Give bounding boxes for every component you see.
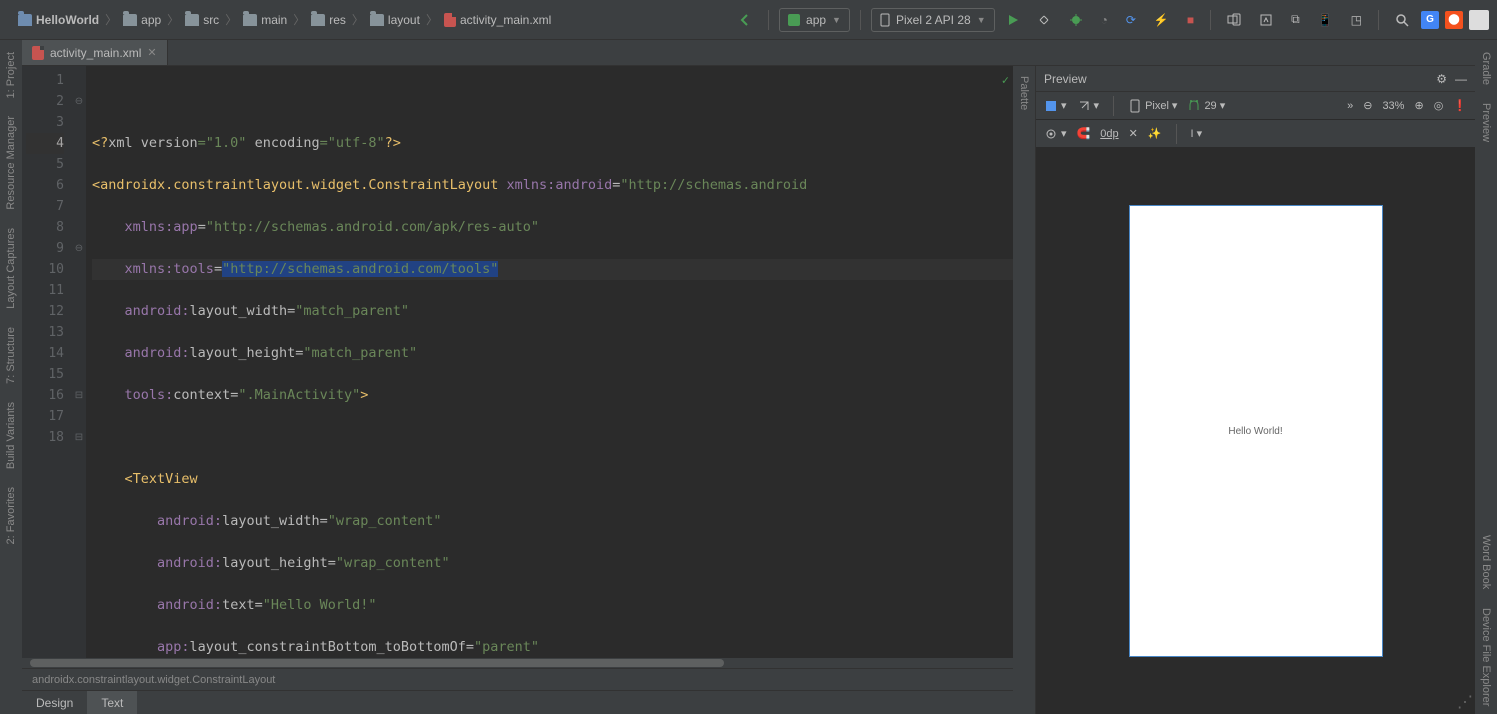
layout-inspector-button[interactable]: ⧉: [1285, 8, 1306, 32]
xml-file-icon: [32, 46, 44, 60]
preview-minimize-button[interactable]: —: [1455, 72, 1467, 86]
close-tab-button[interactable]: ✕: [147, 46, 156, 59]
avd-manager-button[interactable]: [1221, 8, 1247, 32]
orientation-dropdown[interactable]: ▾: [1077, 99, 1100, 113]
breadcrumb-layout[interactable]: layout: [370, 13, 420, 27]
zoom-level[interactable]: 33%: [1382, 100, 1404, 112]
fold-column: ⊖ ⊖ ⊟ ⊟: [72, 66, 86, 658]
fold-marker[interactable]: ⊟: [72, 427, 86, 448]
run-config-dropdown[interactable]: app ▼: [779, 8, 850, 32]
right-tool-rail: Gradle Preview Word Book Device File Exp…: [1475, 40, 1497, 714]
rail-favorites[interactable]: 2: Favorites: [3, 479, 19, 552]
api-selector[interactable]: 29▾: [1187, 99, 1225, 113]
inspection-ok-icon: ✓: [1002, 70, 1009, 91]
horizontal-scrollbar[interactable]: [22, 658, 1013, 668]
editor-tabbar: activity_main.xml ✕: [22, 40, 1475, 66]
default-margins[interactable]: 0dp: [1100, 128, 1118, 140]
rail-build-variants[interactable]: Build Variants: [3, 394, 19, 477]
breadcrumb-main[interactable]: main: [243, 13, 287, 27]
zoom-out-button[interactable]: ⊖: [1363, 99, 1372, 112]
breadcrumb-src[interactable]: src: [185, 13, 219, 27]
translate-button[interactable]: G: [1421, 11, 1439, 29]
preview-header: Preview ⚙ —: [1036, 66, 1475, 92]
code-content[interactable]: ✓ C <?xml version="1.0" encoding="utf-8"…: [86, 66, 1013, 658]
main-area: 1: Project Resource Manager Layout Captu…: [0, 40, 1497, 714]
zoom-fit-button[interactable]: ◎: [1434, 99, 1444, 112]
user-avatar[interactable]: [1469, 10, 1489, 30]
chevron-down-icon: ▼: [832, 15, 841, 25]
attach-button[interactable]: ⟳: [1120, 8, 1142, 32]
view-options-dropdown[interactable]: ▾: [1044, 127, 1067, 141]
rail-palette[interactable]: Palette: [1016, 66, 1032, 120]
rail-device-file-explorer[interactable]: Device File Explorer: [1478, 600, 1494, 714]
rail-preview[interactable]: Preview: [1478, 95, 1494, 150]
tab-text[interactable]: Text: [87, 691, 137, 714]
search-button[interactable]: [1389, 8, 1415, 32]
breadcrumb-project[interactable]: HelloWorld: [18, 13, 99, 27]
breadcrumbs: HelloWorld 〉 app 〉 src 〉 main 〉 res 〉 la…: [8, 11, 732, 28]
line-gutter: 1 2 3 4 5 6 7 8 9 10 11 12 13 14: [22, 66, 72, 658]
design-text-tabs: Design Text: [22, 690, 1013, 714]
top-toolbar: HelloWorld 〉 app 〉 src 〉 main 〉 res 〉 la…: [0, 0, 1497, 40]
fold-marker[interactable]: ⊖: [72, 91, 86, 112]
back-button[interactable]: [732, 8, 758, 32]
left-tool-rail: 1: Project Resource Manager Layout Captu…: [0, 40, 22, 714]
debug-button[interactable]: [1063, 8, 1089, 32]
preview-settings-button[interactable]: ⚙: [1436, 72, 1447, 86]
warnings-button[interactable]: ❗: [1453, 99, 1467, 112]
preview-canvas[interactable]: Hello World! ⋰: [1036, 148, 1475, 714]
profile-button[interactable]: ◔: [1095, 8, 1114, 32]
chevron-down-icon: ▼: [977, 15, 986, 25]
fold-marker[interactable]: ⊖: [72, 238, 86, 259]
zoom-in-button[interactable]: ⊕: [1414, 99, 1423, 112]
tab-design[interactable]: Design: [22, 691, 87, 714]
magnet-button[interactable]: 🧲: [1077, 127, 1091, 140]
fold-marker[interactable]: ⊟: [72, 385, 86, 406]
rail-gradle[interactable]: Gradle: [1478, 44, 1494, 93]
preview-panel: Preview ⚙ — ▾ ▾ Pixel▾ 29▾ » ⊖ 33%: [1035, 66, 1475, 714]
surface-dropdown[interactable]: ▾: [1044, 99, 1067, 113]
device-manager-button[interactable]: 📱: [1312, 8, 1339, 32]
editor-breadcrumb-bar: androidx.constraintlayout.widget.Constra…: [22, 668, 1013, 690]
sdk-manager-button[interactable]: [1253, 8, 1279, 32]
breadcrumb-res[interactable]: res: [311, 13, 346, 27]
rail-resource-manager[interactable]: Resource Manager: [3, 108, 19, 218]
rail-layout-captures[interactable]: Layout Captures: [3, 220, 19, 317]
device-label: Pixel 2 API 28: [896, 13, 971, 27]
clear-constraints-button[interactable]: ✕: [1129, 127, 1138, 140]
preview-title: Preview: [1044, 72, 1087, 86]
stop-button[interactable]: ■: [1181, 8, 1200, 32]
run-config-label: app: [806, 13, 826, 27]
infer-constraints-button[interactable]: ✨: [1148, 127, 1162, 140]
apply-changes-button[interactable]: [1031, 8, 1057, 32]
resize-grip-icon[interactable]: ⋰: [1457, 692, 1473, 712]
git-button[interactable]: ⬤: [1445, 11, 1463, 29]
toolbar-actions: app ▼ Pixel 2 API 28 ▼ ◔ ⟳ ⚡ ■ ⧉ 📱 ◳ G ⬤: [732, 8, 1489, 32]
palette-rail: Palette: [1013, 66, 1035, 714]
editor-tab-label: activity_main.xml: [50, 46, 141, 60]
device-selector[interactable]: Pixel▾: [1128, 99, 1177, 113]
breadcrumb-sep: 〉: [105, 11, 117, 28]
editor-tab[interactable]: activity_main.xml ✕: [22, 40, 168, 65]
rail-wordbook[interactable]: Word Book: [1478, 527, 1494, 597]
run-button[interactable]: [1001, 8, 1025, 32]
editor-breadcrumb-text[interactable]: androidx.constraintlayout.widget.Constra…: [32, 674, 275, 686]
breadcrumb-project-label: HelloWorld: [36, 13, 99, 27]
preview-toolbar-2: ▾ 🧲 0dp ✕ ✨ I ▾: [1036, 120, 1475, 148]
code-editor[interactable]: 1 2 3 4 5 6 7 8 9 10 11 12 13 14: [22, 66, 1013, 714]
resource-manager-button[interactable]: ◳: [1345, 8, 1368, 32]
device-frame[interactable]: Hello World!: [1129, 205, 1383, 657]
device-dropdown[interactable]: Pixel 2 API 28 ▼: [871, 8, 995, 32]
gradle-sync-button[interactable]: ⚡: [1148, 8, 1175, 32]
preview-toolbar-1: ▾ ▾ Pixel▾ 29▾ » ⊖ 33% ⊕ ◎ ❗: [1036, 92, 1475, 120]
guidelines-dropdown[interactable]: I ▾: [1191, 127, 1203, 140]
breadcrumb-app[interactable]: app: [123, 13, 161, 27]
breadcrumb-file[interactable]: activity_main.xml: [444, 13, 551, 27]
editor-panel: activity_main.xml ✕ 1 2 3 4 5 6 7 8 9: [22, 40, 1475, 714]
rail-project[interactable]: 1: Project: [3, 44, 19, 106]
more-button[interactable]: »: [1347, 100, 1353, 112]
rail-structure[interactable]: 7: Structure: [3, 319, 19, 392]
preview-textview[interactable]: Hello World!: [1228, 426, 1282, 437]
